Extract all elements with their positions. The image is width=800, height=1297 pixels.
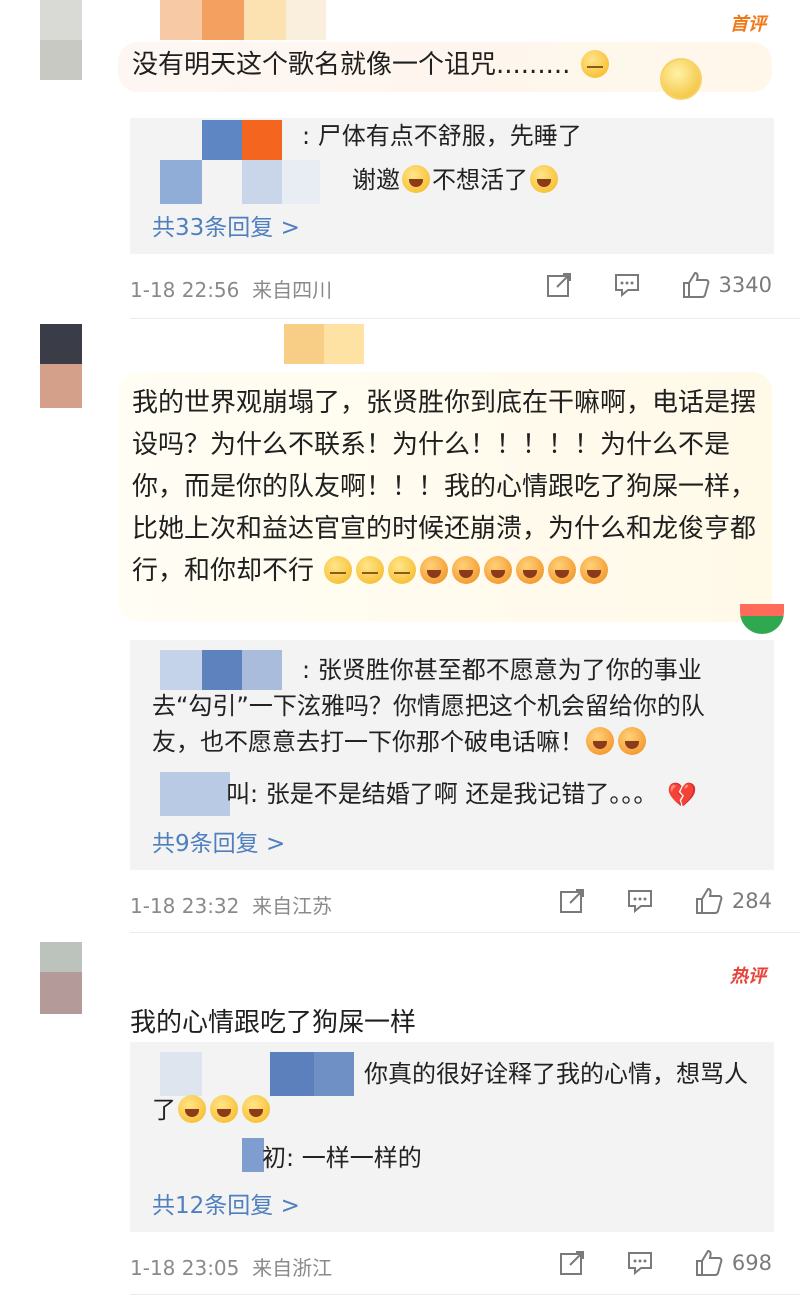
comment-text: 我的心情跟吃了狗屎一样 [130,1008,417,1038]
comment-bubble: 我的世界观崩塌了，张贤胜你到底在干嘛啊，电话是摆设吗？为什么不联系！为什么！！！… [118,372,772,622]
thumbs-up-icon [695,887,723,914]
watermelon-icon [740,604,784,634]
crying-emoji-icon [178,1095,206,1123]
crying-emoji-icon [548,556,577,584]
like-button[interactable]: 3340 [681,270,772,300]
share-button[interactable] [558,887,586,915]
avatar[interactable] [40,324,82,408]
share-icon [559,1251,584,1275]
first-comment-badge: 首评 [730,14,766,35]
avatar[interactable] [40,0,82,80]
reply-line: : 张贤胜你甚至都不愿意为了你的事业去“勾引”一下泫雅吗？你情愿把这个机会留给你… [152,656,705,756]
reply-button[interactable] [626,1249,654,1277]
smirk-emoji-icon [356,556,385,584]
username-mosaic [120,0,326,40]
comment-icon [614,274,639,298]
reply-box: 你真的很好诠释了我的心情，想骂人了 初: 一样一样的 共12条回复 > [130,1042,774,1232]
shock-emoji-icon [402,165,430,193]
comment-icon [627,890,652,914]
reply-line: : 尸体有点不舒服，先睡了 [302,122,582,150]
reply-username-mosaic [160,120,320,204]
divider [130,318,800,319]
location: 来自四川 [252,278,333,302]
reply-username-mosaic [242,1138,264,1172]
reply-line: 你真的很好诠释了我的心情，想骂人了 [152,1060,748,1124]
username-mosaic [120,324,365,364]
location: 来自江苏 [252,894,333,918]
reply-username-mosaic [160,772,230,816]
avatar[interactable] [40,942,82,1014]
share-icon [546,273,571,297]
reply-box: : 张贤胜你甚至都不愿意为了你的事业去“勾引”一下泫雅吗？你情愿把这个机会留给你… [130,640,774,870]
comment-text: 没有明天这个歌名就像一个诅咒......... [132,50,571,80]
comment-meta: 1-18 22:56 来自四川 [130,274,332,303]
crying-emoji-icon [618,727,646,755]
reply-button[interactable] [613,271,641,299]
angry-emoji-icon [484,556,513,584]
like-count: 284 [731,889,772,913]
smirk-emoji-icon [324,556,353,584]
angry-emoji-icon [586,727,614,755]
divider [130,932,800,933]
view-more-replies-link[interactable]: 共33条回复 > [152,208,300,242]
action-bar: 284 [558,886,772,916]
medal-icon [660,58,702,100]
like-button[interactable]: 698 [694,1248,772,1278]
crying-emoji-icon [516,556,545,584]
divider [130,1294,800,1295]
crying-emoji-icon [210,1095,238,1123]
thumbs-up-icon [682,271,709,298]
action-bar: 698 [558,1248,772,1278]
comment-3: 热评 我的心情跟吃了狗屎一样 你真的很好诠释了我的心情，想骂人了 初: 一样一样… [0,940,800,1297]
comment-2: 我的世界观崩塌了，张贤胜你到底在干嘛啊，电话是摆设吗？为什么不联系！为什么！！！… [0,320,800,935]
like-button[interactable]: 284 [694,886,772,916]
like-count: 3340 [718,273,772,297]
timestamp: 1-18 23:05 [130,1256,240,1280]
broken-heart-icon: 💔 [666,781,697,809]
share-icon [559,889,584,913]
comment-meta: 1-18 23:05 来自浙江 [130,1252,332,1281]
smirk-emoji-icon [388,556,417,584]
angry-emoji-icon [452,556,481,584]
thumbs-up-icon [695,1249,723,1276]
pray-emoji-icon [580,50,609,78]
comment-icon [627,1252,652,1276]
timestamp: 1-18 23:32 [130,894,240,918]
reply-box: : 尸体有点不舒服，先睡了 谢邀 不想活了 共33条回复 > [130,118,774,254]
hot-comment-badge: 热评 [730,966,766,987]
view-more-replies-link[interactable]: 共9条回复 > [152,824,285,858]
like-count: 698 [731,1251,772,1275]
comment-meta: 1-18 23:32 来自江苏 [130,890,332,919]
reply-line: 谢邀 不想活了 [352,162,560,198]
fear-emoji-icon [530,165,558,193]
reply-button[interactable] [626,887,654,915]
action-bar: 3340 [545,270,772,300]
share-button[interactable] [558,1249,586,1277]
angry-emoji-icon [420,556,449,584]
timestamp: 1-18 22:56 [130,278,240,302]
crying-emoji-icon [242,1095,270,1123]
reply-line: 叫: 张是不是结婚了啊 还是我记错了。。。 💔 [226,776,699,813]
comment-text: 我的世界观崩塌了，张贤胜你到底在干嘛啊，电话是摆设吗？为什么不联系！为什么！！！… [132,388,757,586]
view-more-replies-link[interactable]: 共12条回复 > [152,1186,300,1220]
location: 来自浙江 [252,1256,333,1280]
share-button[interactable] [545,271,573,299]
comment-bubble: 我的心情跟吃了狗屎一样 [118,992,772,1042]
comment-1: 首评 没有明天这个歌名就像一个诅咒......... : 尸体有点不舒服，先睡了… [0,0,800,320]
crying-emoji-icon [580,556,609,584]
reply-line: 初: 一样一样的 [262,1144,422,1172]
